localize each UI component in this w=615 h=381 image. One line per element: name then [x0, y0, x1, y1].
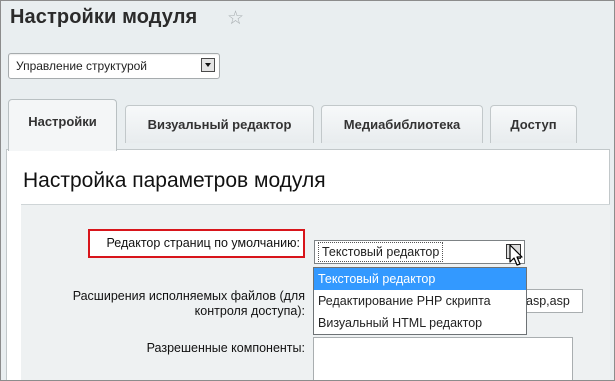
tab-settings[interactable]: Настройки: [8, 99, 117, 151]
default-editor-value: Текстовый редактор: [318, 242, 444, 262]
editor-options-dropdown: Текстовый редактор Редактирование PHP ск…: [313, 267, 527, 335]
extensions-label-line1: Расширения исполняемых файлов (для: [72, 289, 305, 303]
module-select-value: Управление структурой: [16, 59, 148, 73]
tab-media-library[interactable]: Медиабиблиотека: [321, 105, 483, 143]
editor-option-text[interactable]: Текстовый редактор: [314, 268, 526, 290]
editor-option-php[interactable]: Редактирование PHP скрипта: [314, 290, 526, 312]
tab-access[interactable]: Доступ: [490, 105, 577, 143]
default-editor-select[interactable]: Текстовый редактор: [314, 240, 525, 264]
allowed-components-textarea[interactable]: [313, 337, 573, 380]
mouse-cursor-icon: [509, 244, 523, 266]
allowed-components-label: Разрешенные компоненты:: [146, 341, 305, 355]
app-window: Настройки модуля ☆ Управление структурой…: [0, 0, 615, 381]
extensions-label: Расширения исполняемых файлов (для контр…: [41, 289, 305, 319]
tab-visual-editor[interactable]: Визуальный редактор: [125, 105, 314, 143]
extensions-label-line2: контроля доступа):: [194, 304, 305, 318]
chevron-down-icon[interactable]: [201, 58, 215, 72]
panel-title: Настройка параметров модуля: [23, 169, 326, 192]
default-editor-label: Редактор страниц по умолчанию:: [106, 236, 300, 250]
star-icon[interactable]: ☆: [227, 7, 244, 30]
editor-option-visual-html[interactable]: Визуальный HTML редактор: [314, 312, 526, 334]
page-title: Настройки модуля: [10, 6, 198, 28]
module-select[interactable]: Управление структурой: [8, 53, 220, 79]
